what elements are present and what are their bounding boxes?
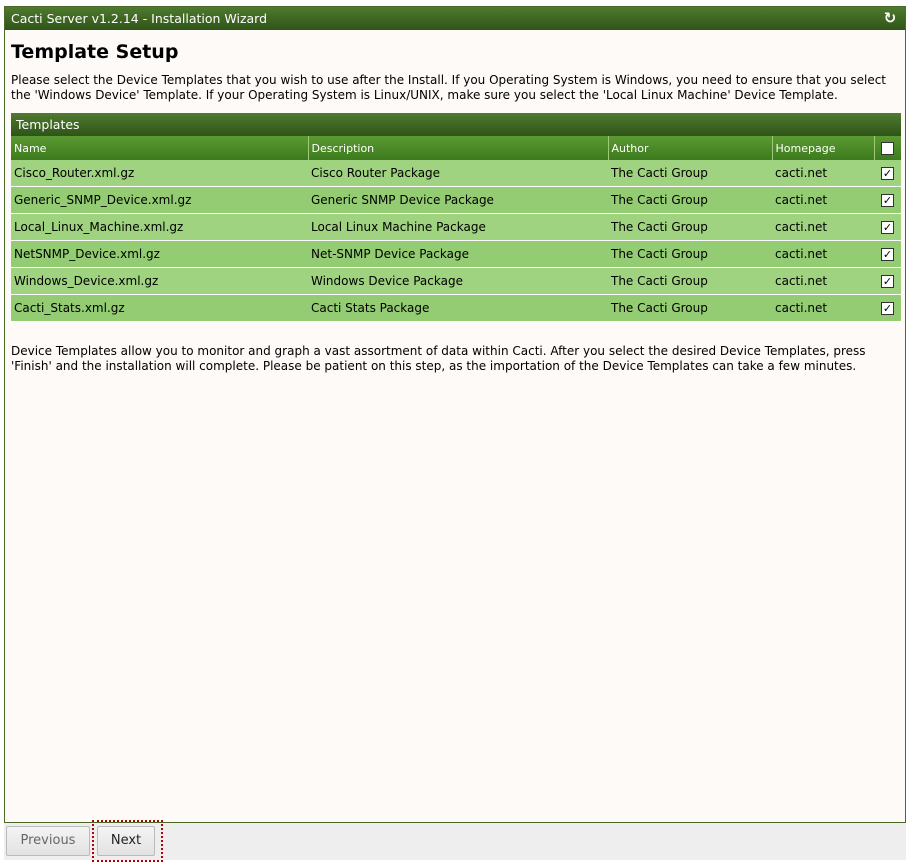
refresh-icon[interactable]: ↻ [881,9,899,27]
checkbox-cell: ✓ [874,240,901,268]
template-checkbox[interactable]: ✓ [881,275,894,288]
template-checkbox[interactable]: ✓ [881,167,894,180]
template-name: NetSNMP_Device.xml.gz [11,240,308,268]
template-name: Cisco_Router.xml.gz [11,160,308,187]
template-author: The Cacti Group [608,160,772,187]
template-name: Windows_Device.xml.gz [11,267,308,295]
templates-panel-title: Templates [11,113,901,136]
template-checkbox[interactable]: ✓ [881,221,894,234]
template-description: Cisco Router Package [308,160,608,187]
column-header-description[interactable]: Description [308,136,609,160]
template-checkbox[interactable]: ✓ [881,302,894,315]
window-title: Cacti Server v1.2.14 - Installation Wiza… [11,11,268,26]
template-checkbox[interactable]: ✓ [881,194,894,207]
template-author: The Cacti Group [608,213,772,241]
template-description: Windows Device Package [308,267,608,295]
template-name: Cacti_Stats.xml.gz [11,294,308,322]
table-row[interactable]: Cacti_Stats.xml.gz Cacti Stats Package T… [11,294,901,322]
template-checkbox[interactable]: ✓ [881,248,894,261]
template-homepage: cacti.net [772,267,874,295]
previous-button[interactable]: Previous [6,826,90,856]
page-title: Template Setup [11,41,179,63]
checkbox-cell: ✓ [874,160,901,187]
installation-wizard-window: Cacti Server v1.2.14 - Installation Wiza… [4,6,906,823]
focus-ring [92,820,163,862]
template-description: Local Linux Machine Package [308,213,608,241]
template-homepage: cacti.net [772,240,874,268]
select-all-checkbox[interactable]: ✓ [881,141,895,155]
template-author: The Cacti Group [608,186,772,214]
template-homepage: cacti.net [772,213,874,241]
table-row[interactable]: Generic_SNMP_Device.xml.gz Generic SNMP … [11,186,901,214]
outro-text: Device Templates allow you to monitor an… [11,344,866,373]
template-author: The Cacti Group [608,267,772,295]
table-row[interactable]: NetSNMP_Device.xml.gz Net-SNMP Device Pa… [11,240,901,268]
column-header-name[interactable]: Name [11,136,309,160]
checkbox-cell: ✓ [874,294,901,322]
templates-table: Name Description Author Homepage ✓ Cisco… [11,136,901,322]
table-row[interactable]: Cisco_Router.xml.gz Cisco Router Package… [11,160,901,187]
column-header-homepage[interactable]: Homepage [772,136,875,160]
template-homepage: cacti.net [772,294,874,322]
template-name: Generic_SNMP_Device.xml.gz [11,186,308,214]
select-all-cell: ✓ [874,136,901,160]
intro-text: Please select the Device Templates that … [11,73,887,102]
table-row[interactable]: Windows_Device.xml.gz Windows Device Pac… [11,267,901,295]
checkbox-cell: ✓ [874,186,901,214]
template-author: The Cacti Group [608,294,772,322]
window-titlebar: Cacti Server v1.2.14 - Installation Wiza… [5,7,905,30]
checkbox-cell: ✓ [874,267,901,295]
template-description: Cacti Stats Package [308,294,608,322]
table-row[interactable]: Local_Linux_Machine.xml.gz Local Linux M… [11,213,901,241]
table-header-row: Name Description Author Homepage ✓ [11,136,901,160]
template-description: Net-SNMP Device Package [308,240,608,268]
checkbox-cell: ✓ [874,213,901,241]
template-name: Local_Linux_Machine.xml.gz [11,213,308,241]
template-description: Generic SNMP Device Package [308,186,608,214]
template-homepage: cacti.net [772,160,874,187]
template-homepage: cacti.net [772,186,874,214]
templates-panel: Templates Name Description Author Homepa… [11,113,901,322]
column-header-author[interactable]: Author [608,136,773,160]
template-author: The Cacti Group [608,240,772,268]
